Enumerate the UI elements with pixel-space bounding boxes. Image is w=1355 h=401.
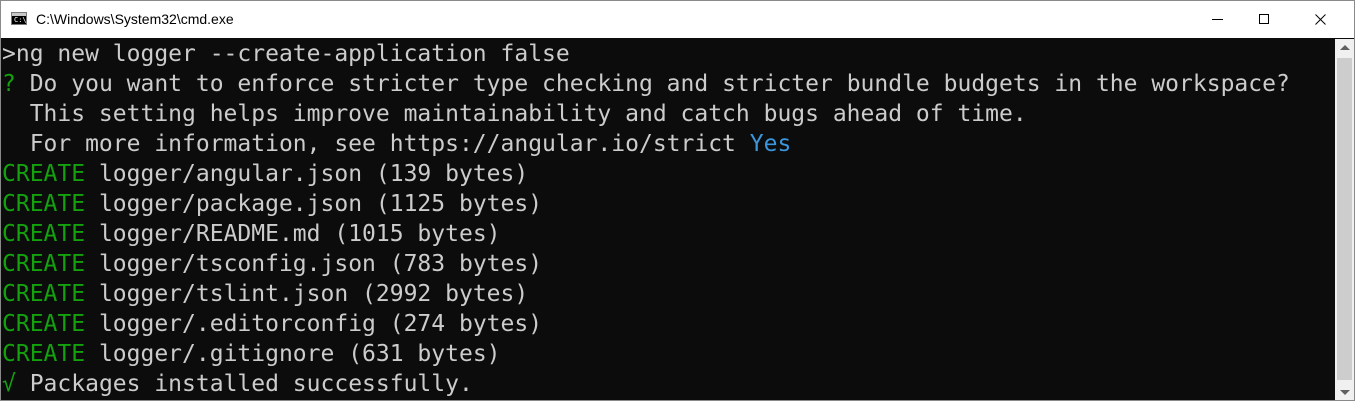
close-button[interactable] — [1286, 1, 1354, 38]
create-action: CREATE — [2, 281, 86, 307]
prompt-question-line: ? Do you want to enforce stricter type c… — [2, 69, 1290, 99]
cmd-window: C:\. C:\Windows\System32\cmd.exe >ng new… — [0, 0, 1355, 401]
create-action: CREATE — [2, 311, 86, 337]
close-icon — [1315, 14, 1326, 25]
prompt-question: Do you want to enforce stricter type che… — [15, 71, 1290, 97]
scroll-up-arrow-icon[interactable] — [1340, 45, 1350, 50]
create-line: CREATE logger/.gitignore (631 bytes) — [2, 339, 501, 369]
create-file: logger/angular.json (139 bytes) — [85, 161, 529, 187]
vertical-scrollbar[interactable] — [1335, 39, 1354, 400]
prompt-info-text: This setting helps improve maintainabili… — [2, 101, 1027, 127]
console-output[interactable]: >ng new logger --create-application fals… — [1, 39, 1335, 400]
create-file: logger/tsconfig.json (783 bytes) — [85, 251, 543, 277]
checkmark-icon: √ — [2, 371, 16, 397]
create-file: logger/package.json (1125 bytes) — [85, 191, 543, 217]
success-text: Packages installed successfully. — [15, 371, 473, 397]
console-icon-text: C:\. — [14, 16, 31, 24]
create-line: CREATE logger/package.json (1125 bytes) — [2, 189, 542, 219]
window-title: C:\Windows\System32\cmd.exe — [36, 11, 234, 27]
prompt-mark: ? — [2, 71, 16, 97]
success-line: √ Packages installed successfully. — [2, 369, 473, 399]
prompt-link-line: For more information, see https://angula… — [2, 129, 792, 159]
minimize-icon — [1212, 19, 1223, 20]
create-line: CREATE logger/tslint.json (2992 bytes) — [2, 279, 528, 309]
create-file: logger/README.md (1015 bytes) — [85, 221, 501, 247]
create-action: CREATE — [2, 191, 86, 217]
prompt-info-line: This setting helps improve maintainabili… — [2, 99, 1027, 129]
create-file: logger/.editorconfig (274 bytes) — [85, 311, 543, 337]
minimize-button[interactable] — [1194, 1, 1240, 38]
maximize-icon — [1259, 14, 1269, 24]
create-action: CREATE — [2, 251, 86, 277]
prompt-answer: Yes — [749, 131, 792, 157]
command-line: >ng new logger --create-application fals… — [2, 39, 570, 69]
maximize-button[interactable] — [1240, 1, 1286, 38]
command-text: >ng new logger --create-application fals… — [2, 41, 570, 67]
prompt-link-text: For more information, see https://angula… — [2, 131, 750, 157]
create-line: CREATE logger/README.md (1015 bytes) — [2, 219, 501, 249]
create-file: logger/.gitignore (631 bytes) — [85, 341, 501, 367]
create-action: CREATE — [2, 161, 86, 187]
create-line: CREATE logger/angular.json (139 bytes) — [2, 159, 528, 189]
scroll-down-arrow-icon[interactable] — [1340, 390, 1350, 395]
create-file: logger/tslint.json (2992 bytes) — [85, 281, 529, 307]
scroll-thumb[interactable] — [1337, 58, 1352, 380]
title-bar[interactable]: C:\. C:\Windows\System32\cmd.exe — [1, 1, 1354, 38]
create-action: CREATE — [2, 221, 86, 247]
create-action: CREATE — [2, 341, 86, 367]
create-line: CREATE logger/.editorconfig (274 bytes) — [2, 309, 542, 339]
create-line: CREATE logger/tsconfig.json (783 bytes) — [2, 249, 542, 279]
cmd-console-icon[interactable]: C:\. — [11, 12, 31, 25]
